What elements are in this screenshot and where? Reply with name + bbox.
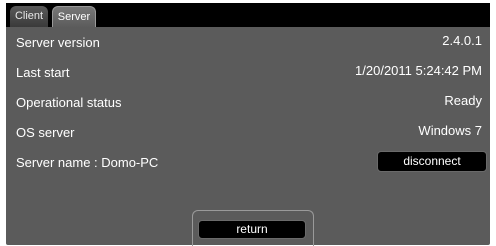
last-start-row: Last start 1/20/2011 5:24:42 PM	[6, 61, 490, 85]
disconnect-button[interactable]: disconnect	[377, 151, 487, 172]
os-server-row: OS server Windows 7	[6, 121, 490, 145]
server-info-panel: Server version 2.4.0.1 Last start 1/20/2…	[6, 27, 490, 246]
last-start-value: 1/20/2011 5:24:42 PM	[355, 63, 482, 78]
tab-bar: Client Server	[6, 3, 490, 27]
operational-status-row: Operational status Ready	[6, 91, 490, 115]
return-button-frame: return	[192, 210, 314, 246]
os-server-value: Windows 7	[418, 123, 482, 138]
tab-client[interactable]: Client	[10, 6, 48, 27]
os-server-label: OS server	[16, 125, 75, 140]
server-version-value: 2.4.0.1	[442, 33, 482, 48]
return-button[interactable]: return	[198, 220, 306, 239]
operational-status-value: Ready	[444, 93, 482, 108]
server-version-row: Server version 2.4.0.1	[6, 31, 490, 55]
server-name-label: Server name : Domo-PC	[16, 155, 159, 170]
last-start-label: Last start	[16, 65, 70, 80]
operational-status-label: Operational status	[16, 95, 122, 110]
tab-server[interactable]: Server	[52, 6, 96, 27]
server-version-label: Server version	[16, 35, 100, 50]
